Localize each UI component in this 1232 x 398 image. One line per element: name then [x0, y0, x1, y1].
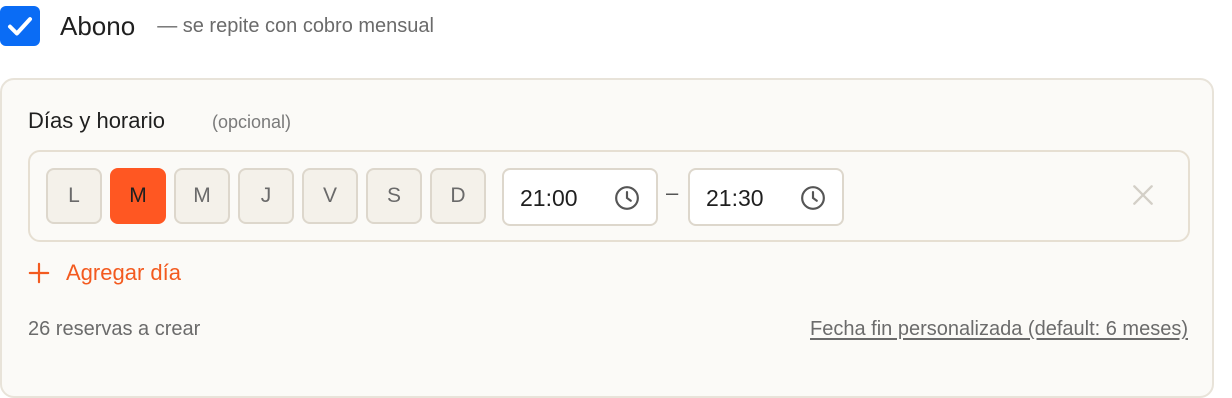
abono-label: Abono [60, 10, 136, 41]
end-time-input[interactable]: 21:30 [688, 168, 844, 226]
custom-end-date-link[interactable]: Fecha fin personalizada (default: 6 mese… [810, 318, 1188, 341]
check-icon [8, 17, 32, 36]
clock-icon[interactable] [614, 185, 640, 211]
day-toggle-sabado[interactable]: S [366, 168, 422, 224]
section-title: Días y horario [28, 108, 165, 133]
end-time-value: 21:30 [706, 185, 764, 211]
section-optional-label: (opcional) [212, 112, 292, 132]
day-toggle-miercoles[interactable]: M [174, 168, 230, 224]
start-time-value: 21:00 [520, 185, 578, 211]
close-icon[interactable] [1130, 182, 1156, 208]
time-separator: – [666, 180, 679, 205]
add-day-label: Agregar día [66, 260, 181, 285]
abono-hint: — se repite con cobro mensual [157, 14, 434, 37]
schedule-panel: Días y horario (opcional) L M M J V S D … [0, 78, 1214, 398]
add-day-button[interactable]: Agregar día [28, 258, 181, 288]
day-toggle-viernes[interactable]: V [302, 168, 358, 224]
abono-row: Abono — se repite con cobro mensual [0, 4, 434, 48]
start-time-input[interactable]: 21:00 [502, 168, 658, 226]
day-toggle-lunes[interactable]: L [46, 168, 102, 224]
abono-checkbox[interactable] [0, 6, 40, 46]
schedule-row: L M M J V S D 21:00 – 21:30 [28, 150, 1190, 242]
day-toggle-jueves[interactable]: J [238, 168, 294, 224]
clock-icon[interactable] [800, 185, 826, 211]
reservations-count: 26 reservas a crear [28, 318, 201, 340]
day-toggle-martes[interactable]: M [110, 168, 166, 224]
plus-icon [28, 262, 50, 284]
day-toggle-domingo[interactable]: D [430, 168, 486, 224]
